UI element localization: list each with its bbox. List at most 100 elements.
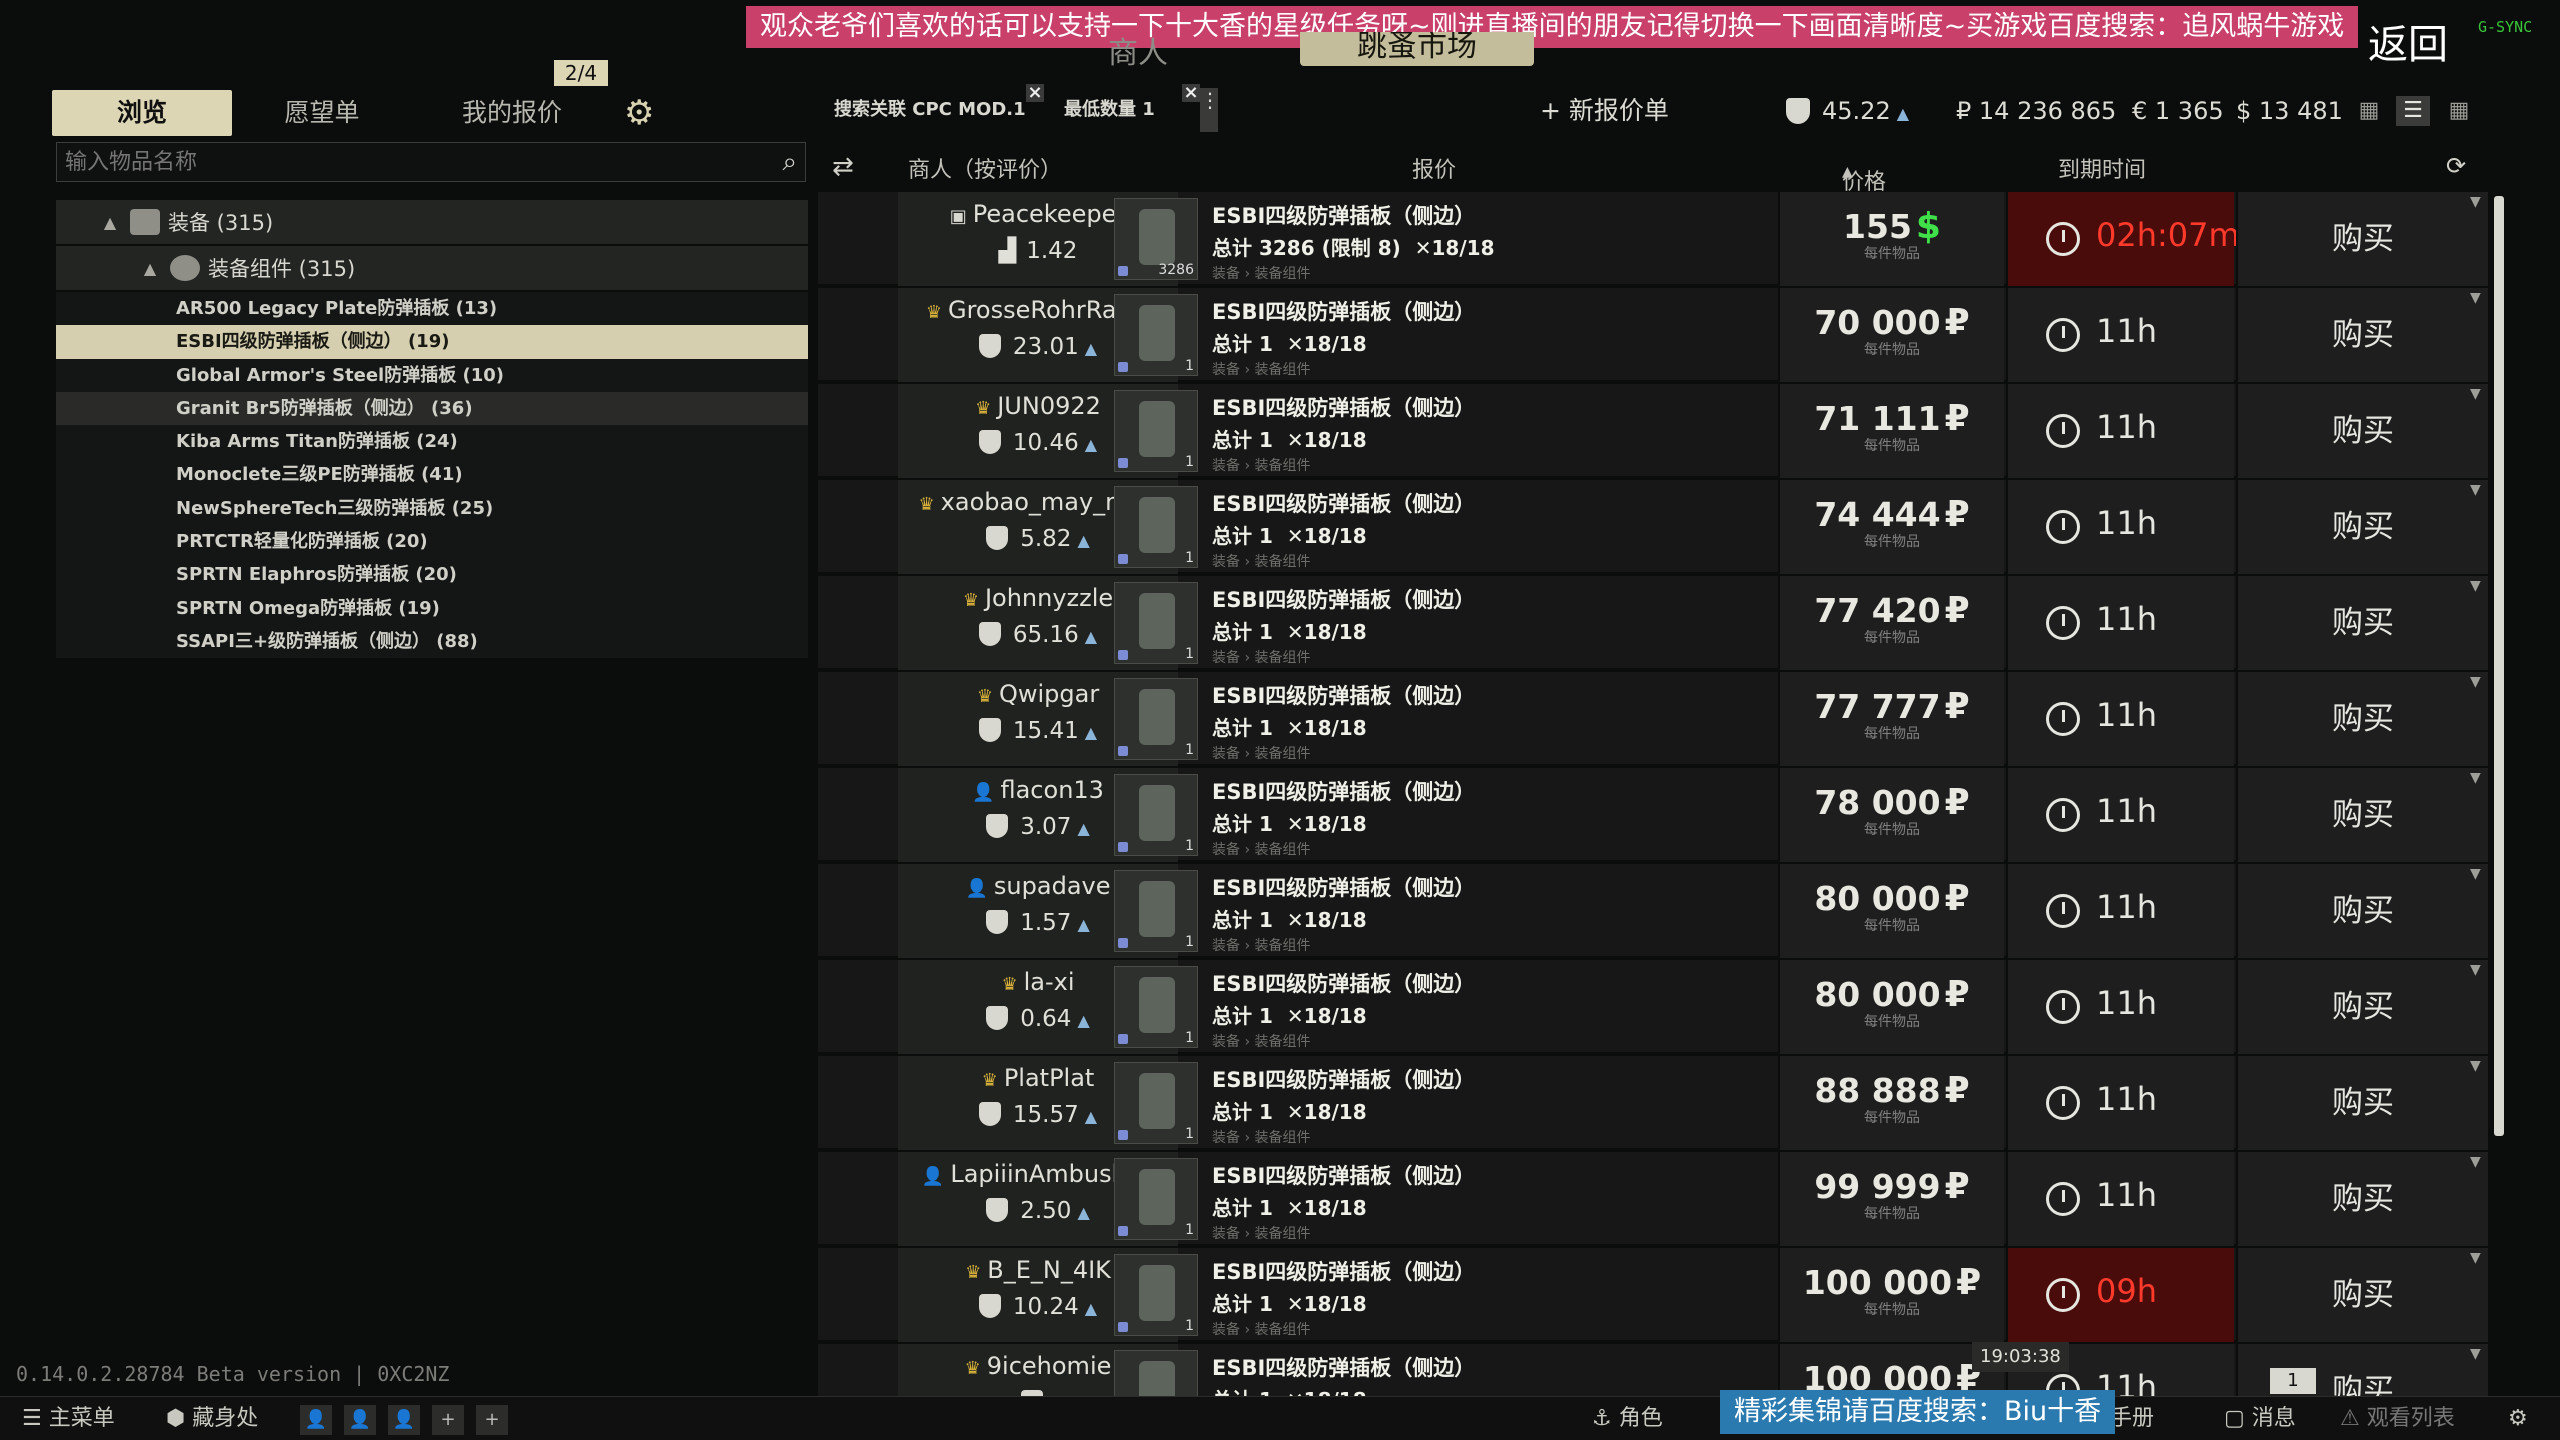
item-name[interactable]: ESBI四级防弹插板（侧边） [1212,680,1772,710]
tab-flea-market[interactable]: 跳蚤市场 [1300,32,1534,66]
item-thumbnail[interactable]: 1 [1114,486,1198,568]
buy-button[interactable]: 购买 [2236,864,2488,958]
chevron-down-icon[interactable]: ▼ [2470,578,2481,594]
buy-button[interactable]: 购买 [2236,1248,2488,1342]
watchlist-button[interactable]: ⚠ 观看列表 [2340,1403,2455,1435]
grid-small-view-icon[interactable]: ▦ [2352,96,2386,126]
table-row[interactable]: ♛9icehomie1ESBI四级防弹插板（侧边）总计 1✕18/18装备 › … [818,1344,2488,1396]
main-menu-button[interactable]: ☰ 主菜单 [22,1403,115,1435]
item-name[interactable]: ESBI四级防弹插板（侧边） [1212,200,1772,230]
table-row[interactable]: ♛ Johnnyzzle 65.16 ▲ 1 ESBI四级防弹插板（侧边） 总计 1 ✕18/… [818,576,2488,670]
item-name[interactable]: ESBI四级防弹插板（侧边） [1212,776,1772,806]
item-thumbnail[interactable]: 1 [1114,966,1198,1048]
buy-button[interactable]: 购买 [2236,1056,2488,1150]
category-item[interactable]: ESBI四级防弹插板（侧边） (19) [56,325,808,359]
column-offer[interactable]: 报价 [1412,152,1456,184]
group-member-icon[interactable]: 👤 [388,1405,420,1435]
table-row[interactable]: 👤 LapiiinAmbushes 2.50 ▲ 1 ESBI四级防弹插板（侧边） 总计 1… [818,1152,2488,1246]
category-item[interactable]: Global Armor's Steel防弹插板 (10) [56,359,808,392]
tab-wishlist[interactable]: 愿望单 [232,90,412,136]
messages-button[interactable]: ▢ 消息 [2224,1403,2296,1435]
chevron-down-icon[interactable]: ▼ [2470,1058,2481,1074]
item-name[interactable]: ESBI四级防弹插板（侧边） [1212,1256,1772,1286]
item-thumbnail[interactable]: 1 [1114,582,1198,664]
add-member-icon[interactable]: + [476,1405,508,1435]
column-seller[interactable]: 商人（按评价） [908,152,1062,184]
search-field[interactable]: ⌕ [56,142,806,182]
item-name[interactable]: ESBI四级防弹插板（侧边） [1212,1064,1772,1094]
category-item[interactable]: SPRTN Elaphros防弹插板 (20) [56,558,808,591]
category-item[interactable]: Granit Br5防弹插板（侧边） (36) [56,391,808,426]
table-row[interactable]: ♛ la-xi 0.64 ▲ 1 ESBI四级防弹插板（侧边） 总计 1 ✕18/18 装备 ›… [818,960,2488,1054]
chevron-down-icon[interactable]: ▼ [2470,290,2481,306]
table-row[interactable]: 👤 supadave 1.57 ▲ 1 ESBI四级防弹插板（侧边） 总计 1 ✕18/18 装… [818,864,2488,958]
buy-button[interactable]: 购买 [2236,672,2488,766]
item-thumbnail[interactable]: 1 [1114,390,1198,472]
tab-browse[interactable]: 浏览 [52,90,232,136]
hideout-button[interactable]: ⬢ 藏身处 [166,1403,258,1435]
tree-node-gear[interactable]: ▲ 装备 (315) [56,200,808,244]
item-thumbnail[interactable]: 1 [1114,1062,1198,1144]
settings-icon[interactable]: ⚙ [2508,1403,2528,1435]
table-row[interactable]: ♛ PlatPlat 15.57 ▲ 1 ESBI四级防弹插板（侧边） 总计 1 ✕18/18… [818,1056,2488,1150]
item-name[interactable]: ESBI四级防弹插板（侧边） [1212,872,1772,902]
category-item[interactable]: Kiba Arms Titan防弹插板 (24) [56,425,808,458]
chevron-down-icon[interactable]: ▼ [2470,962,2481,978]
filter-chip-linked-search[interactable]: 搜索关联 CPC MOD.1 × [834,84,1044,130]
group-member-icon[interactable]: 👤 [300,1405,332,1435]
item-thumbnail[interactable]: 1 [1114,678,1198,760]
table-row[interactable]: 👤 flacon13 3.07 ▲ 1 ESBI四级防弹插板（侧边） 总计 1 ✕18/18 装… [818,768,2488,862]
category-item[interactable]: SSAPI三+级防弹插板（侧边） (88) [56,625,808,658]
item-thumbnail[interactable]: 1 [1114,1254,1198,1336]
item-name[interactable]: ESBI四级防弹插板（侧边） [1212,968,1772,998]
chevron-down-icon[interactable]: ▼ [2470,674,2481,690]
chevron-down-icon[interactable]: ▼ [2470,1250,2481,1266]
filter-chip-min-quantity[interactable]: 最低数量 1 × [1064,84,1200,130]
close-icon[interactable]: × [1182,84,1200,102]
buy-button[interactable]: 购买 [2236,1152,2488,1246]
buy-button[interactable]: 购买 [2236,288,2488,382]
chevron-down-icon[interactable]: ▼ [2470,1346,2481,1362]
search-icon[interactable]: ⌕ [782,147,797,178]
item-name[interactable]: ESBI四级防弹插板（侧边） [1212,1160,1772,1190]
buy-button[interactable]: 购买 [2236,960,2488,1054]
back-button[interactable]: 返回 [2368,12,2448,70]
column-expires[interactable]: 到期时间 [2058,152,2146,184]
table-row[interactable]: ♛ B_E_N_4IK 10.24 ▲ 1 ESBI四级防弹插板（侧边） 总计 1 ✕18/1… [818,1248,2488,1342]
new-offer-button[interactable]: + 新报价单 [1540,86,1669,136]
close-icon[interactable]: × [1026,84,1044,102]
swap-icon[interactable]: ⇄ [832,152,854,182]
table-row[interactable]: ▣ Peacekeeper ▟ 1.42 3286 ESBI四级防弹插板（侧边） 总计 32… [818,192,2488,286]
item-name[interactable]: ESBI四级防弹插板（侧边） [1212,488,1772,518]
chevron-down-icon[interactable]: ▼ [2470,1154,2481,1170]
category-item[interactable]: SPRTN Omega防弹插板 (19) [56,592,808,625]
category-item[interactable]: Monoclete三级PE防弹插板 (41) [56,458,808,491]
category-item[interactable]: AR500 Legacy Plate防弹插板 (13) [56,292,808,325]
handbook-button[interactable]: 手册 [2110,1403,2154,1435]
search-input[interactable] [57,143,747,181]
buy-button[interactable]: 购买 [2236,768,2488,862]
item-thumbnail[interactable]: 1 [1114,294,1198,376]
scrollbar[interactable] [2494,196,2504,1136]
chevron-down-icon[interactable]: ▼ [2470,194,2481,210]
buy-button[interactable]: 购买 [2236,576,2488,670]
table-row[interactable]: ♛ xaobao_may_may 5.82 ▲ 1 ESBI四级防弹插板（侧边） 总计 1 ✕… [818,480,2488,574]
add-member-icon[interactable]: + [432,1405,464,1435]
item-name[interactable]: ESBI四级防弹插板（侧边） [1212,296,1772,326]
table-row[interactable]: ♛ Qwipgar 15.41 ▲ 1 ESBI四级防弹插板（侧边） 总计 1 ✕18/18 装… [818,672,2488,766]
character-button[interactable]: ⚓ 角色 [1592,1403,1663,1435]
category-item[interactable]: NewSphereTech三级防弹插板 (25) [56,492,808,525]
tab-my-offers[interactable]: 我的报价 [412,90,612,136]
group-member-icon[interactable]: 👤 [344,1405,376,1435]
item-thumbnail[interactable]: 1 [1114,870,1198,952]
item-thumbnail[interactable]: 1 [1114,1158,1198,1240]
more-options-icon[interactable]: ⋮ [1200,88,1220,132]
item-thumbnail[interactable]: 1 [1114,774,1198,856]
item-thumbnail[interactable]: 3286 [1114,198,1198,280]
buy-button[interactable]: 购买 [2236,192,2488,286]
grid-large-view-icon[interactable]: ▦ [2442,96,2476,126]
buy-button[interactable]: 购买 [2236,480,2488,574]
gear-icon[interactable]: ⚙ [624,96,658,130]
buy-button[interactable]: 购买 [2236,384,2488,478]
table-row[interactable]: ♛ JUN0922 10.46 ▲ 1 ESBI四级防弹插板（侧边） 总计 1 ✕18/18 装… [818,384,2488,478]
